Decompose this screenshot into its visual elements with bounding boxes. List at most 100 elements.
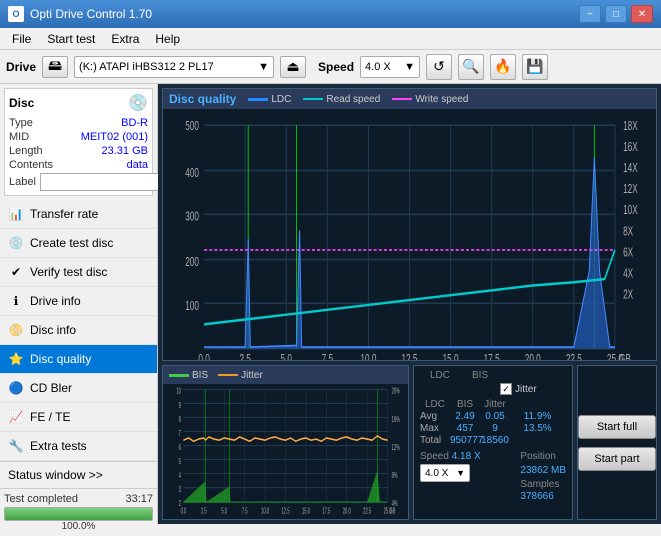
status-window-label: Status window >> bbox=[8, 468, 103, 482]
speed-combo-arrow: ▼ bbox=[404, 61, 415, 73]
disc-header: Disc 💿 bbox=[9, 93, 148, 113]
close-button[interactable]: ✕ bbox=[631, 5, 653, 23]
burn-btn[interactable]: 🔥 bbox=[490, 54, 516, 80]
svg-text:17.5: 17.5 bbox=[322, 507, 330, 516]
save-btn[interactable]: 💾 bbox=[522, 54, 548, 80]
nav-disc-quality[interactable]: ⭐ Disc quality bbox=[0, 345, 157, 374]
status-window-btn[interactable]: Status window >> bbox=[0, 461, 157, 488]
speed-area: Speed 4.18 X 4.0 X ▼ bbox=[420, 450, 481, 502]
disc-mid-row: MID MEIT02 (001) bbox=[9, 131, 148, 143]
menu-start-test[interactable]: Start test bbox=[39, 30, 103, 48]
start-buttons-panel: Start full Start part bbox=[577, 365, 657, 520]
svg-text:10: 10 bbox=[176, 387, 181, 396]
svg-text:3: 3 bbox=[179, 486, 181, 495]
write-speed-legend-color bbox=[392, 98, 412, 100]
nav-verify-test-disc[interactable]: ✔ Verify test disc bbox=[0, 258, 157, 287]
position-label: Position bbox=[520, 451, 556, 462]
avg-label: Avg bbox=[420, 411, 450, 422]
speed-label: Speed bbox=[318, 60, 354, 74]
menu-extra[interactable]: Extra bbox=[103, 30, 147, 48]
stats-headers: LDC BIS bbox=[420, 370, 566, 381]
svg-text:17.5: 17.5 bbox=[484, 352, 500, 360]
upper-chart-panel: Disc quality LDC Read speed Write speed bbox=[162, 88, 657, 361]
speed-header: Speed bbox=[420, 451, 452, 462]
maximize-button[interactable]: □ bbox=[605, 5, 627, 23]
bis-legend-label: BIS bbox=[192, 370, 208, 381]
speed-combo[interactable]: 4.0 X ▼ bbox=[360, 56, 420, 78]
scan-btn[interactable]: 🔍 bbox=[458, 54, 484, 80]
svg-text:2X: 2X bbox=[623, 288, 633, 302]
refresh-btn[interactable]: ↺ bbox=[426, 54, 452, 80]
nav-disc-quality-label: Disc quality bbox=[30, 352, 91, 366]
speed-select[interactable]: 4.0 X ▼ bbox=[420, 464, 470, 482]
read-speed-legend-color bbox=[303, 98, 323, 100]
svg-text:6: 6 bbox=[179, 443, 181, 452]
bis-header: BIS bbox=[460, 370, 500, 381]
svg-text:2.5: 2.5 bbox=[201, 507, 207, 516]
ldc-header: LDC bbox=[420, 370, 460, 381]
jitter-checkbox-area[interactable]: ✓ Jitter bbox=[500, 383, 537, 395]
lower-chart-header: BIS Jitter bbox=[163, 366, 408, 384]
svg-text:10X: 10X bbox=[623, 204, 638, 218]
svg-text:GB: GB bbox=[619, 352, 631, 360]
read-speed-legend: Read speed bbox=[303, 94, 380, 105]
start-part-button[interactable]: Start part bbox=[578, 447, 656, 471]
svg-text:4X: 4X bbox=[623, 267, 633, 281]
svg-text:7.5: 7.5 bbox=[322, 352, 333, 360]
ldc-legend-label: LDC bbox=[271, 94, 291, 105]
content-area: Disc quality LDC Read speed Write speed bbox=[158, 84, 661, 524]
ldc-legend: LDC bbox=[248, 94, 291, 105]
nav-transfer-rate[interactable]: 📊 Transfer rate bbox=[0, 200, 157, 229]
svg-text:16X: 16X bbox=[623, 140, 638, 154]
sidebar: Disc 💿 Type BD-R MID MEIT02 (001) Length… bbox=[0, 84, 158, 524]
bis-legend: BIS bbox=[169, 370, 208, 381]
svg-text:GB: GB bbox=[390, 507, 396, 516]
drive-icon-btn[interactable]: 🖴 bbox=[42, 56, 68, 78]
eject-btn[interactable]: ⏏ bbox=[280, 56, 306, 78]
drive-combo[interactable]: (K:) ATAPI iHBS312 2 PL17 ▼ bbox=[74, 56, 274, 78]
window-title: Opti Drive Control 1.70 bbox=[30, 7, 579, 21]
nav-create-test-disc[interactable]: 💿 Create test disc bbox=[0, 229, 157, 258]
start-full-button[interactable]: Start full bbox=[578, 415, 656, 439]
nav-extra-tests[interactable]: 🔧 Extra tests bbox=[0, 432, 157, 461]
jitter-label: Jitter bbox=[515, 384, 537, 395]
position-area: Position 23862 MB Samples 378666 bbox=[520, 450, 566, 502]
write-speed-legend: Write speed bbox=[392, 94, 468, 105]
menu-bar: File Start test Extra Help bbox=[0, 28, 661, 50]
disc-title: Disc bbox=[9, 96, 34, 110]
menu-file[interactable]: File bbox=[4, 30, 39, 48]
progress-bar-container bbox=[4, 507, 153, 521]
avg-ldc: 2.49 bbox=[450, 411, 480, 422]
svg-text:9: 9 bbox=[179, 401, 181, 410]
nav-drive-info[interactable]: ℹ Drive info bbox=[0, 287, 157, 316]
jitter-checkbox[interactable]: ✓ bbox=[500, 383, 512, 395]
svg-text:12.5: 12.5 bbox=[282, 507, 290, 516]
title-bar: O Opti Drive Control 1.70 − □ ✕ bbox=[0, 0, 661, 28]
upper-chart-header: Disc quality LDC Read speed Write speed bbox=[163, 89, 656, 109]
nav-disc-info-label: Disc info bbox=[30, 323, 76, 337]
disc-info-icon: 📀 bbox=[8, 322, 24, 338]
progress-area: Test completed 33:17 100.0% bbox=[0, 488, 157, 536]
bis-col-header: BIS bbox=[450, 399, 480, 410]
nav-cd-bler[interactable]: 🔵 CD Bler bbox=[0, 374, 157, 403]
svg-text:200: 200 bbox=[185, 255, 199, 269]
max-label: Max bbox=[420, 423, 450, 434]
nav-fe-te[interactable]: 📈 FE / TE bbox=[0, 403, 157, 432]
progress-time: 33:17 bbox=[125, 493, 153, 505]
disc-type-label: Type bbox=[9, 117, 33, 129]
speed-position-area: Speed 4.18 X 4.0 X ▼ Position 23862 MB bbox=[420, 450, 566, 502]
max-jitter: 13.5% bbox=[510, 423, 565, 434]
menu-help[interactable]: Help bbox=[147, 30, 188, 48]
minimize-button[interactable]: − bbox=[579, 5, 601, 23]
write-speed-legend-label: Write speed bbox=[415, 94, 468, 105]
speed-value: 4.18 X bbox=[452, 451, 481, 462]
svg-text:7.5: 7.5 bbox=[242, 507, 248, 516]
nav-disc-info[interactable]: 📀 Disc info bbox=[0, 316, 157, 345]
disc-contents-value: data bbox=[127, 159, 148, 171]
verify-test-disc-icon: ✔ bbox=[8, 264, 24, 280]
create-test-disc-icon: 💿 bbox=[8, 235, 24, 251]
svg-text:6X: 6X bbox=[623, 246, 633, 260]
svg-text:0.0: 0.0 bbox=[198, 352, 209, 360]
svg-text:12%: 12% bbox=[392, 443, 400, 452]
disc-panel: Disc 💿 Type BD-R MID MEIT02 (001) Length… bbox=[4, 88, 153, 196]
